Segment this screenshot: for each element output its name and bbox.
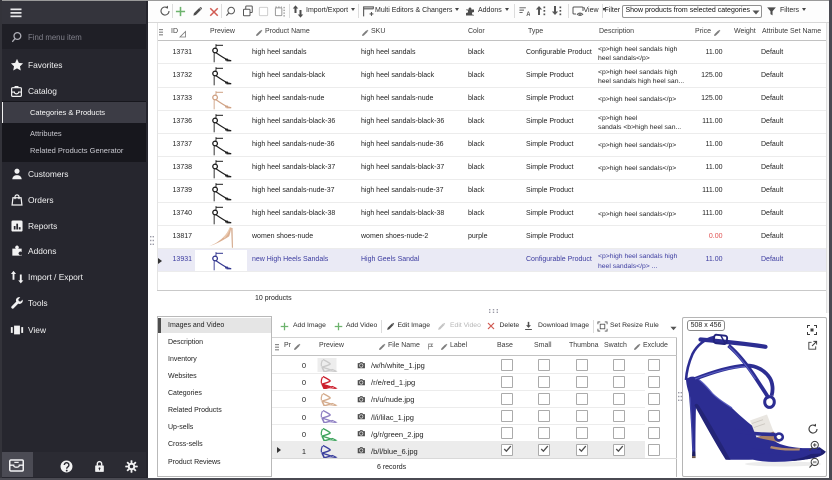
svg-text:A: A — [526, 12, 530, 17]
